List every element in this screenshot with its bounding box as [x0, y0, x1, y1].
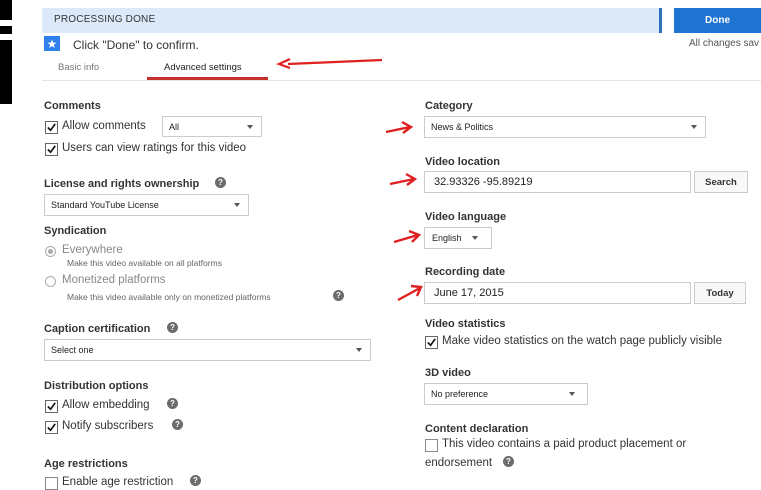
annotation-arrow-language — [393, 229, 422, 244]
help-icon[interactable]: ? — [167, 322, 178, 333]
chevron-down-icon — [472, 236, 478, 240]
license-select[interactable]: Standard YouTube License — [44, 194, 249, 216]
license-select-value: Standard YouTube License — [51, 200, 159, 210]
category-heading: Category — [425, 100, 473, 112]
location-input[interactable]: 32.93326 -95.89219 — [424, 171, 691, 193]
3d-video-select[interactable]: No preference — [424, 383, 588, 405]
embedding-checkbox[interactable] — [45, 400, 58, 413]
statistics-heading: Video statistics — [425, 318, 506, 330]
left-edge-marks — [0, 0, 12, 108]
recording-heading: Recording date — [425, 266, 506, 278]
check-icon — [47, 145, 56, 154]
language-select-value: English — [432, 233, 462, 243]
star-icon: ★ — [44, 36, 60, 51]
monetized-desc: Make this video available only on moneti… — [67, 292, 271, 302]
location-heading: Video location — [425, 156, 500, 168]
monetized-radio[interactable] — [45, 276, 56, 287]
check-icon — [427, 338, 436, 347]
language-select[interactable]: English — [424, 227, 492, 249]
annotation-arrow-tab — [276, 57, 383, 70]
statistics-label: Make video statistics on the watch page … — [442, 335, 722, 347]
notify-checkbox[interactable] — [45, 421, 58, 434]
everywhere-desc: Make this video available on all platfor… — [67, 258, 222, 268]
embedding-label: Allow embedding — [62, 399, 150, 411]
age-restriction-label: Enable age restriction — [62, 476, 174, 488]
chevron-down-icon — [691, 125, 697, 129]
done-button[interactable]: Done — [674, 8, 761, 33]
category-select[interactable]: News & Politics — [424, 116, 706, 138]
caption-select-value: Select one — [51, 345, 94, 355]
category-select-value: News & Politics — [431, 122, 494, 132]
search-button[interactable]: Search — [694, 171, 748, 193]
help-icon[interactable]: ? — [333, 290, 344, 301]
license-heading: License and rights ownership — [44, 178, 200, 190]
annotation-arrow-recording-date — [397, 284, 423, 302]
syndication-heading: Syndication — [44, 225, 107, 237]
chevron-down-icon — [356, 348, 362, 352]
tab-advanced-settings[interactable]: Advanced settings — [164, 62, 242, 73]
comments-select[interactable]: All — [162, 116, 262, 137]
paid-placement-label-line1: This video contains a paid product place… — [442, 438, 687, 450]
help-icon[interactable]: ? — [503, 456, 514, 467]
content-declaration-heading: Content declaration — [425, 423, 529, 435]
help-icon[interactable]: ? — [172, 419, 183, 430]
today-button[interactable]: Today — [694, 282, 746, 304]
tab-basic-info[interactable]: Basic info — [58, 62, 99, 73]
chevron-down-icon — [234, 203, 240, 207]
language-heading: Video language — [425, 211, 507, 223]
everywhere-radio[interactable] — [45, 246, 56, 257]
age-heading: Age restrictions — [44, 458, 128, 470]
tabs-divider — [42, 80, 761, 81]
caption-heading: Caption certification — [44, 323, 151, 335]
comments-select-value: All — [169, 121, 180, 132]
banner-text: PROCESSING DONE — [54, 14, 156, 25]
allow-comments-checkbox[interactable] — [45, 121, 58, 134]
chevron-down-icon — [569, 392, 575, 396]
help-icon[interactable]: ? — [190, 475, 201, 486]
help-icon[interactable]: ? — [167, 398, 178, 409]
ratings-label: Users can view ratings for this video — [62, 142, 247, 154]
check-icon — [47, 423, 56, 432]
recording-date-input[interactable]: June 17, 2015 — [424, 282, 691, 304]
paid-placement-checkbox[interactable] — [425, 439, 438, 452]
3d-video-heading: 3D video — [425, 367, 471, 379]
notify-label: Notify subscribers — [62, 420, 154, 432]
distribution-heading: Distribution options — [44, 380, 149, 392]
ratings-checkbox[interactable] — [45, 143, 58, 156]
confirm-text: Click "Done" to confirm. — [73, 38, 199, 52]
comments-heading: Comments — [44, 100, 101, 112]
help-icon[interactable]: ? — [215, 177, 226, 188]
statistics-checkbox[interactable] — [425, 336, 438, 349]
3d-video-select-value: No preference — [431, 389, 489, 399]
age-restriction-checkbox[interactable] — [45, 477, 58, 490]
saved-status: All changes sav — [689, 38, 760, 49]
annotation-arrow-location — [389, 172, 418, 186]
everywhere-label: Everywhere — [62, 244, 123, 256]
progress-bar-edge — [659, 8, 662, 33]
allow-comments-label: Allow comments — [62, 120, 146, 132]
chevron-down-icon — [247, 125, 253, 129]
monetized-label: Monetized platforms — [62, 274, 166, 286]
check-icon — [47, 123, 56, 132]
caption-select[interactable]: Select one — [44, 339, 371, 361]
check-icon — [47, 402, 56, 411]
paid-placement-label-line2: endorsement — [425, 457, 493, 469]
annotation-arrow-category — [385, 120, 414, 134]
